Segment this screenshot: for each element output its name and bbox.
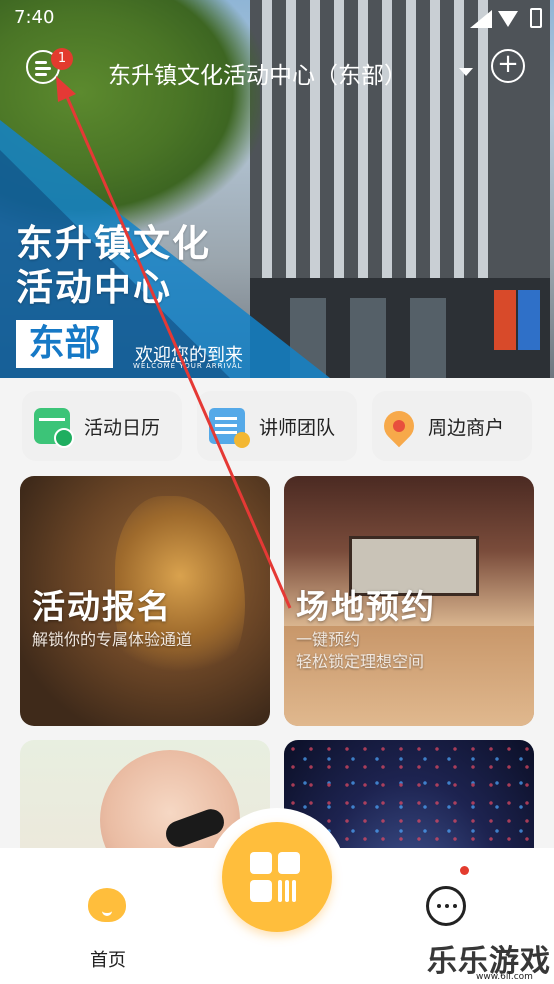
hero-title-line1: 东升镇文化 xyxy=(16,222,211,265)
hero-title: 东升镇文化 活动中心 xyxy=(16,222,211,310)
card-subtitle: 一键预约 xyxy=(296,630,361,649)
quick-link-calendar[interactable]: 活动日历 xyxy=(22,391,182,461)
status-time: 7:40 xyxy=(14,7,55,28)
location-pin-icon xyxy=(377,404,421,448)
quick-link-merchants[interactable]: 周边商户 xyxy=(372,391,532,461)
hero-welcome-en: WELCOME YOUR ARRIVAL xyxy=(133,362,243,370)
quick-link-label: 活动日历 xyxy=(84,416,161,439)
card-activity-signup[interactable]: 活动报名 解锁你的专属体验通道 xyxy=(20,476,270,726)
card-subtitle-2: 轻松锁定理想空间 xyxy=(296,652,425,671)
watermark-url: www.6ll.com xyxy=(476,972,533,982)
signal-icon xyxy=(470,10,492,28)
message-icon[interactable] xyxy=(426,886,466,926)
hero-title-line2: 活动中心 xyxy=(16,266,172,309)
quick-link-label: 讲师团队 xyxy=(259,416,336,439)
card-venue-booking[interactable]: 场地预约 一键预约 轻松锁定理想空间 xyxy=(284,476,534,726)
battery-icon xyxy=(530,8,542,28)
quick-link-label: 周边商户 xyxy=(428,416,505,439)
notification-badge: 1 xyxy=(51,48,73,70)
chevron-down-icon[interactable] xyxy=(459,68,473,76)
message-unread-dot xyxy=(460,866,469,875)
home-icon xyxy=(88,888,126,922)
team-icon xyxy=(209,408,250,448)
quick-link-teachers[interactable]: 讲师团队 xyxy=(197,391,357,461)
menu-icon xyxy=(35,61,47,64)
card-title: 场地预约 xyxy=(296,587,436,626)
status-bar: 7:40 xyxy=(0,0,554,36)
center-action-button[interactable] xyxy=(222,822,332,932)
card-subtitle: 解锁你的专属体验通道 xyxy=(32,630,193,649)
card-title: 活动报名 xyxy=(32,587,172,626)
hero-badge: 东部 xyxy=(16,320,113,368)
wifi-icon xyxy=(498,11,518,27)
site-selector[interactable]: 东升镇文化活动中心（东部） xyxy=(108,56,407,90)
add-button[interactable]: + xyxy=(491,49,525,83)
nav-home-label: 首页 xyxy=(90,950,126,971)
nav-home[interactable]: 首页 xyxy=(84,882,130,972)
grid-app-icon xyxy=(250,852,272,874)
calendar-icon xyxy=(34,408,74,448)
